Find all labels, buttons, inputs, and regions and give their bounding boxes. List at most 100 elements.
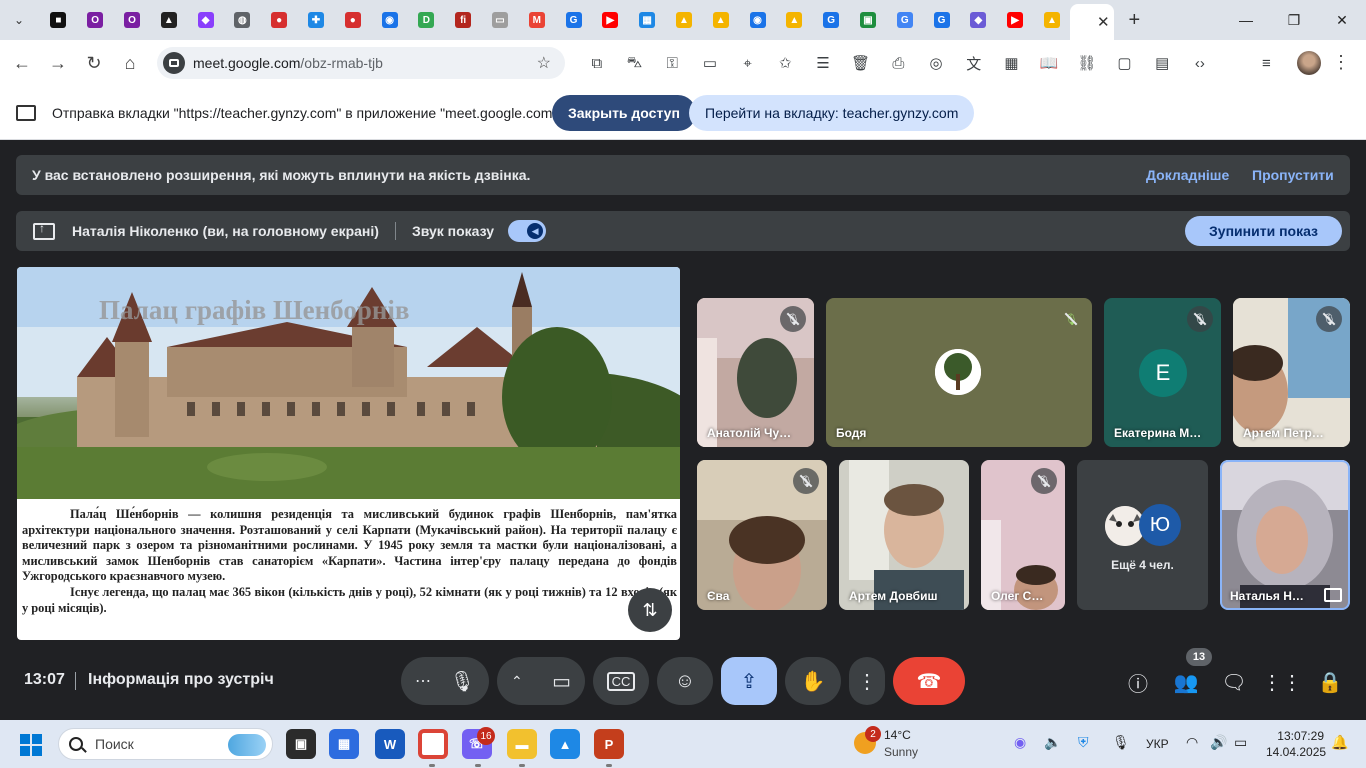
close-access-button[interactable]: Закрыть доступ	[552, 95, 696, 131]
clock[interactable]: 13:07:29 14.04.2025	[1266, 728, 1326, 760]
browser-tab[interactable]: G	[813, 4, 850, 36]
host-controls-icon[interactable]: 🔒	[1317, 669, 1343, 695]
star-list-icon[interactable]: ✩	[766, 48, 804, 78]
home-button[interactable]: ⌂	[112, 45, 148, 81]
close-tab-icon[interactable]: ✕	[1097, 13, 1110, 31]
presentation-sound-toggle[interactable]: ◀	[508, 220, 547, 242]
reload-button[interactable]: ↻	[76, 45, 112, 81]
qr-code-icon[interactable]: ▦	[993, 48, 1031, 78]
browser-menu-icon[interactable]: ⋮	[1332, 52, 1350, 73]
task-view-icon[interactable]: ▣	[286, 729, 316, 759]
lens-icon[interactable]: ◎	[917, 48, 955, 78]
leave-call-button[interactable]: ☎	[893, 657, 965, 705]
meeting-info-label[interactable]: Інформація про зустріч	[88, 671, 274, 689]
browser-tab[interactable]: ▲	[1034, 4, 1071, 36]
learn-more-link[interactable]: Докладніше	[1146, 167, 1229, 183]
taskbar-search[interactable]: Поиск	[58, 728, 273, 760]
media-control-icon[interactable]: ≡	[1262, 55, 1271, 72]
go-to-tab-button[interactable]: Перейти на вкладку: teacher.gynzy.com	[689, 95, 975, 131]
present-button[interactable]: ⇪	[721, 657, 777, 705]
browser-tab[interactable]: ▲	[150, 4, 187, 36]
browser-tab[interactable]: ▦	[629, 4, 666, 36]
info-icon[interactable]: ⓘ	[1125, 669, 1151, 696]
skip-link[interactable]: Пропустити	[1252, 167, 1334, 183]
devtools-code-icon[interactable]: ‹›	[1181, 48, 1219, 78]
browser-tab[interactable]: ▣	[850, 4, 887, 36]
back-button[interactable]: ←	[4, 45, 40, 81]
new-tab-button[interactable]: +	[1120, 6, 1148, 34]
picture-in-picture-icon[interactable]	[1324, 588, 1342, 602]
stop-presenting-button[interactable]: Зупинити показ	[1185, 216, 1342, 246]
participant-tile[interactable]: 🎙 Анатолій Чу…	[697, 298, 814, 447]
raise-hand-button[interactable]: ✋	[785, 657, 841, 705]
browser-tab[interactable]: ▶	[997, 4, 1034, 36]
bookmark-star-icon[interactable]: ☆	[537, 53, 551, 73]
reading-mode-icon[interactable]: 📖	[1030, 48, 1068, 78]
browser-tab[interactable]: O	[114, 4, 151, 36]
language-indicator[interactable]: УКР	[1146, 737, 1169, 751]
browser-tab[interactable]: ●	[261, 4, 298, 36]
microphone-icon[interactable]: 🎙	[450, 669, 475, 694]
participant-tile[interactable]: Артем Довбиш	[839, 460, 969, 610]
more-participants-tile[interactable]: Ю Ещё 4 чел.	[1077, 460, 1208, 610]
browser-tab[interactable]: G	[886, 4, 923, 36]
start-button[interactable]	[20, 734, 42, 756]
profile-avatar[interactable]	[1297, 51, 1321, 75]
reader-list-icon[interactable]: ☰	[804, 48, 842, 78]
browser-tab[interactable]: O	[77, 4, 114, 36]
meet-site-icon[interactable]	[163, 52, 185, 74]
file-explorer-icon[interactable]: ▬	[507, 729, 537, 759]
chrome-icon[interactable]	[418, 729, 448, 759]
participant-tile[interactable]: 🎙 Бодя	[826, 298, 1092, 447]
participant-tile[interactable]: 🎙 Артем Петр…	[1233, 298, 1350, 447]
video-options-icon[interactable]: ⌃	[511, 673, 523, 690]
browser-tab[interactable]: ◍	[224, 4, 261, 36]
key-icon[interactable]: ⚿	[653, 48, 691, 78]
powerpoint-icon[interactable]: P	[594, 729, 624, 759]
browser-tab[interactable]: D	[408, 4, 445, 36]
browser-tab[interactable]: ◆	[187, 4, 224, 36]
cast-icon[interactable]: ▢	[1106, 48, 1144, 78]
minimize-button[interactable]: —	[1222, 0, 1270, 40]
wifi-icon[interactable]: ◠	[1186, 734, 1198, 751]
notification-bell-icon[interactable]: 🔔	[1331, 734, 1348, 751]
participant-tile[interactable]: 🎙 Олег С…	[981, 460, 1065, 610]
browser-tab[interactable]: ▶	[592, 4, 629, 36]
photos-icon[interactable]: ▲	[550, 729, 580, 759]
browser-tab[interactable]: ▲	[776, 4, 813, 36]
forward-button[interactable]: →	[40, 45, 76, 81]
trash-icon[interactable]: 🗑	[842, 48, 880, 78]
defender-icon[interactable]: ⛨	[1078, 734, 1089, 751]
camera-icon[interactable]: ▭	[552, 669, 571, 694]
people-icon[interactable]: 👥	[1173, 669, 1199, 695]
tab-layout-icon[interactable]: ▤	[1143, 48, 1181, 78]
viber-tray-icon[interactable]: ◉	[1014, 734, 1026, 751]
close-window-button[interactable]: ✕	[1318, 0, 1366, 40]
activities-icon[interactable]: ⋮⋮	[1262, 669, 1302, 695]
translate-icon[interactable]: 文	[955, 48, 993, 78]
self-view-tile[interactable]: Наталья Н…	[1220, 460, 1350, 610]
browser-tab[interactable]: fi	[445, 4, 482, 36]
browser-tab[interactable]: ▲	[702, 4, 739, 36]
extensions-puzzle-icon[interactable]: ⧉	[578, 48, 616, 78]
volume-tray-icon[interactable]: 🔈	[1044, 734, 1061, 751]
browser-tab[interactable]: G	[555, 4, 592, 36]
address-bar[interactable]: meet.google.com/obz-rmab-tjb ☆	[157, 47, 565, 79]
browser-tab[interactable]: ●	[334, 4, 371, 36]
browser-tab[interactable]: ▭	[482, 4, 519, 36]
chat-icon[interactable]: 🗨	[1221, 669, 1247, 695]
browser-tab[interactable]: ◆	[960, 4, 997, 36]
browser-tab[interactable]: G	[923, 4, 960, 36]
browser-tab[interactable]: ✚	[298, 4, 335, 36]
browser-tab[interactable]: ◉	[371, 4, 408, 36]
location-icon[interactable]: ⌖	[729, 48, 767, 78]
browser-tab[interactable]: ▲	[666, 4, 703, 36]
word-icon[interactable]: W	[375, 729, 405, 759]
browser-tab[interactable]: M	[518, 4, 555, 36]
tab-search-button[interactable]: ⌄	[6, 7, 32, 33]
store-icon[interactable]: ▦	[329, 729, 359, 759]
battery-icon[interactable]: ▭	[1234, 734, 1247, 751]
audio-options-icon[interactable]: ⋯	[415, 671, 431, 691]
participant-tile[interactable]: 🎙 Єва	[697, 460, 827, 610]
more-options-button[interactable]: ⋮	[849, 657, 885, 705]
